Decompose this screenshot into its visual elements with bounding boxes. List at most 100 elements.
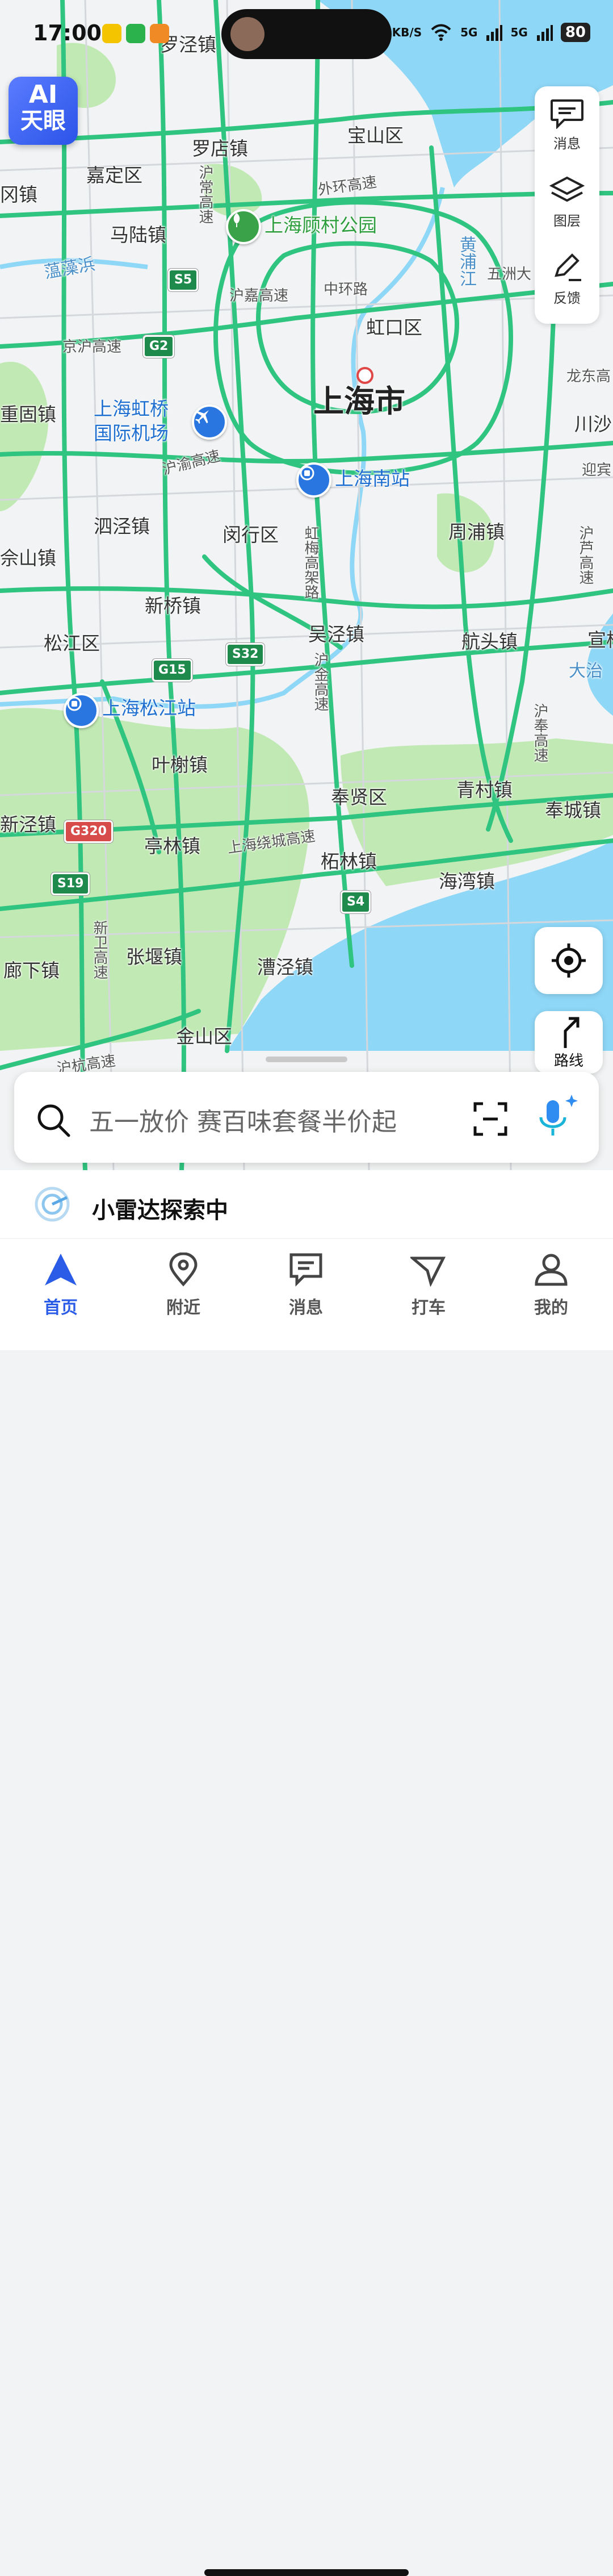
airport-marker[interactable] [192,404,227,440]
highway-shield: S32 [226,643,265,666]
place-label: 新泾镇 [0,813,56,836]
place-label: 亭林镇 [144,835,200,857]
place-label: 海湾镇 [439,870,495,892]
tab-label: 附近 [166,1298,200,1318]
station-marker[interactable] [64,693,99,728]
status-bar: 17:00 180 KB/S 5G 5G 80 [0,0,613,62]
route-button[interactable]: 路线 [535,1011,603,1074]
signal-icon [536,25,553,41]
search-input[interactable]: 五一放价 赛百味套餐半价起 [89,1101,397,1138]
road-label: 沪金高速 [312,652,329,711]
road-label: 沪常高速 [196,165,213,224]
highway-shield: S4 [341,891,371,913]
locate-icon [552,943,586,978]
place-label: 张堰镇 [126,946,182,968]
network-speed: 180 KB/S [364,26,422,39]
radar-row[interactable]: 小雷达探索中 [0,1170,613,1238]
ai-button-line2: 天眼 [20,108,66,134]
sheet-drag-handle[interactable] [266,1057,347,1062]
tool-label: 反馈 [553,290,581,306]
route-label: 路线 [553,1052,583,1070]
tool-label: 图层 [553,212,581,229]
layers-tool-button[interactable]: 图层 [535,164,599,241]
highway-shield: G15 [152,659,192,682]
tool-label: 消息 [553,135,581,152]
park-marker[interactable] [226,209,261,244]
plane-icon [195,410,209,424]
tab-profile[interactable]: 我的 [514,1252,588,1318]
app-notification-icon [102,24,121,43]
home-indicator [204,2569,409,2576]
road-label: 京沪高速 [62,339,122,356]
place-label: 松江区 [44,632,100,654]
place-label: 金山区 [176,1025,232,1047]
signal-label: 5G [460,26,478,39]
place-label: 漕泾镇 [257,956,313,978]
place-label: 大治 [569,661,603,681]
city-label: 上海市 [313,383,405,419]
place-label: 虹口区 [366,316,422,339]
status-time: 17:00 [33,20,102,45]
layers-icon [549,176,585,202]
signal-label: 5G [510,26,528,39]
poi-label[interactable]: 上海虹桥 [94,399,169,418]
route-icon [564,1017,580,1048]
poi-label[interactable]: 上海南站 [335,469,410,488]
search-bar[interactable]: 五一放价 赛百味套餐半价起 [14,1072,599,1163]
place-label: 叶榭镇 [152,754,208,776]
station-marker[interactable] [296,462,331,498]
map-tools-panel: 消息 图层 反馈 [535,86,599,324]
tab-label: 打车 [412,1298,446,1318]
radar-text: 小雷达探索中 [92,1197,228,1224]
feedback-icon [555,253,581,281]
tab-messages[interactable]: 消息 [269,1252,343,1318]
place-label: 嘉定区 [86,164,142,186]
tab-home[interactable]: 首页 [24,1252,98,1318]
taxi-icon [409,1256,446,1287]
place-label: 吴泾镇 [308,623,364,645]
map-canvas[interactable]: 罗店镇 宝山区 嘉定区 马陆镇 虹口区 重固镇 泗泾镇 闵行区 周浦镇 新桥镇 … [0,0,613,1170]
location-pin-icon [169,1252,198,1287]
road-label: 五洲大 [487,266,532,283]
place-label: 航头镇 [461,631,518,653]
ai-tianyan-button[interactable]: AI 天眼 [9,77,78,145]
scan-icon[interactable] [473,1101,508,1137]
poi-label[interactable]: 上海松江站 [102,699,196,717]
road-label: 沪奉高速 [531,703,548,762]
tab-label: 消息 [289,1298,323,1318]
place-label: 廊下镇 [3,959,60,982]
place-label: 冈镇 [0,183,37,206]
messages-tool-button[interactable]: 消息 [535,86,599,164]
tree-icon [233,213,240,227]
user-icon [535,1254,568,1286]
locate-button[interactable] [535,927,603,994]
road-label: 龙东高 [566,368,611,385]
voice-mic-icon[interactable] [536,1092,582,1143]
road-label: 新卫高速 [91,920,108,979]
radar-icon [35,1187,70,1222]
message-icon [551,99,583,129]
place-label: 马陆镇 [110,224,166,246]
tab-taxi[interactable]: 打车 [392,1252,465,1318]
road-label: 沪芦高速 [577,525,594,584]
tab-label: 首页 [44,1298,78,1318]
place-label: 佘山镇 [0,547,56,569]
signal-icon [486,25,503,41]
poi-label[interactable]: 上海顾村公园 [264,216,377,235]
place-label: 罗店镇 [192,137,248,160]
place-label: 川沙 [574,413,612,435]
place-label: 新桥镇 [145,595,201,617]
place-label: 奉贤区 [331,786,387,808]
road-label: 中环路 [324,281,368,298]
place-label: 青村镇 [456,779,513,801]
road-label: 虹梅高架路 [302,525,319,599]
poi-label[interactable]: 国际机场 [94,424,169,442]
app-notification-icon [126,24,145,43]
app-notification-icon [150,24,169,43]
city-center-marker [356,367,373,384]
highway-shield: S5 [168,269,199,291]
tab-nearby[interactable]: 附近 [146,1252,220,1318]
ai-button-line1: AI [28,80,58,109]
feedback-tool-button[interactable]: 反馈 [535,241,599,318]
status-indicators: 180 KB/S 5G 5G 80 [364,23,590,42]
